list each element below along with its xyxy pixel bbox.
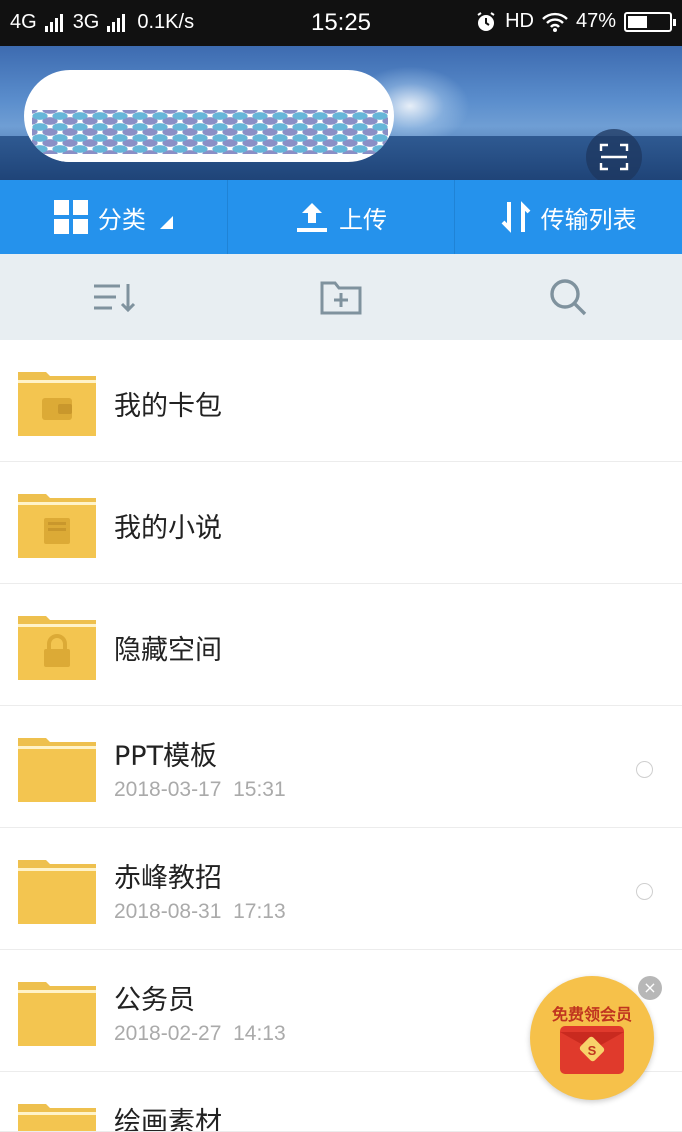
- wifi-icon: [542, 12, 568, 32]
- scan-frame-icon: [599, 143, 629, 171]
- grid-icon: [53, 200, 88, 234]
- file-name: PPT模板: [114, 741, 218, 772]
- file-name: 赤峰教招: [114, 863, 222, 894]
- folder-row[interactable]: PPT模板 2018-03-17 15:31: [0, 706, 682, 828]
- folder-icon: [18, 738, 96, 802]
- sort-button[interactable]: [0, 254, 227, 340]
- upload-label: 上传: [339, 205, 387, 234]
- free-vip-promo-button[interactable]: 免费领会员 S: [530, 976, 654, 1100]
- action-bar: 分类 上传 传输列表: [0, 180, 682, 254]
- upload-icon: [297, 203, 327, 232]
- tool-bar: [0, 254, 682, 340]
- battery-percent: 47%: [575, 10, 616, 32]
- scan-button[interactable]: [586, 129, 642, 180]
- file-date-day: 2018-02-27: [114, 1022, 222, 1045]
- caret-down-icon: [159, 215, 173, 229]
- file-date-time: 15:31: [233, 778, 286, 801]
- upload-button[interactable]: 上传: [228, 180, 456, 254]
- folder-row-wallet[interactable]: 我的卡包: [0, 340, 682, 462]
- file-date: 2018-03-17 15:31: [114, 778, 286, 802]
- avatar[interactable]: [24, 70, 394, 162]
- new-folder-button[interactable]: [227, 254, 454, 340]
- file-name: 绘画素材: [114, 1107, 222, 1132]
- red-envelope-icon: S: [560, 1026, 624, 1074]
- select-radio[interactable]: [636, 883, 653, 900]
- file-name: 公务员: [114, 985, 195, 1016]
- folder-row-novel[interactable]: 我的小说: [0, 462, 682, 584]
- file-date: 2018-02-27 14:13: [114, 1022, 286, 1046]
- folder-icon: [18, 1104, 96, 1131]
- search-button[interactable]: [455, 254, 682, 340]
- file-name: 我的小说: [114, 513, 222, 544]
- search-icon: [550, 279, 587, 316]
- file-date-time: 14:13: [233, 1022, 286, 1045]
- status-bar: 4G 3G 0.1K/s 15:25 HD 47%: [0, 0, 682, 46]
- status-right: HD 47%: [475, 10, 676, 33]
- folder-row-hidden-space[interactable]: 隐藏空间: [0, 584, 682, 706]
- file-date-time: 17:13: [233, 900, 286, 923]
- alarm-icon: [477, 11, 495, 31]
- transfer-list-label: 传输列表: [540, 205, 637, 234]
- battery-fill: [628, 15, 647, 28]
- file-date-day: 2018-08-31: [114, 900, 222, 923]
- new-folder-icon: [320, 281, 362, 315]
- battery-icon: [624, 11, 676, 32]
- folder-lock-icon: [18, 616, 96, 680]
- category-button[interactable]: 分类: [0, 180, 228, 254]
- avatar-pattern: [32, 110, 388, 154]
- file-name: 隐藏空间: [114, 635, 222, 666]
- svg-text:S: S: [588, 1043, 597, 1058]
- folder-icon: [18, 982, 96, 1046]
- file-date-day: 2018-03-17: [114, 778, 222, 801]
- folder-book-icon: [18, 494, 96, 558]
- category-label: 分类: [97, 205, 146, 234]
- file-name: 我的卡包: [114, 391, 222, 422]
- folder-wallet-icon: [18, 372, 96, 436]
- folder-icon: [18, 860, 96, 924]
- file-date: 2018-08-31 17:13: [114, 900, 286, 924]
- sort-icon: [93, 284, 135, 313]
- header-banner: [0, 46, 682, 180]
- transfer-icon: [501, 201, 531, 233]
- promo-label: 免费领会员: [551, 1005, 632, 1024]
- select-radio[interactable]: [636, 761, 653, 778]
- folder-row[interactable]: 赤峰教招 2018-08-31 17:13: [0, 828, 682, 950]
- hd-indicator: HD: [505, 10, 534, 32]
- promo-close-button[interactable]: ×: [638, 976, 662, 1000]
- transfer-list-button[interactable]: 传输列表: [455, 180, 682, 254]
